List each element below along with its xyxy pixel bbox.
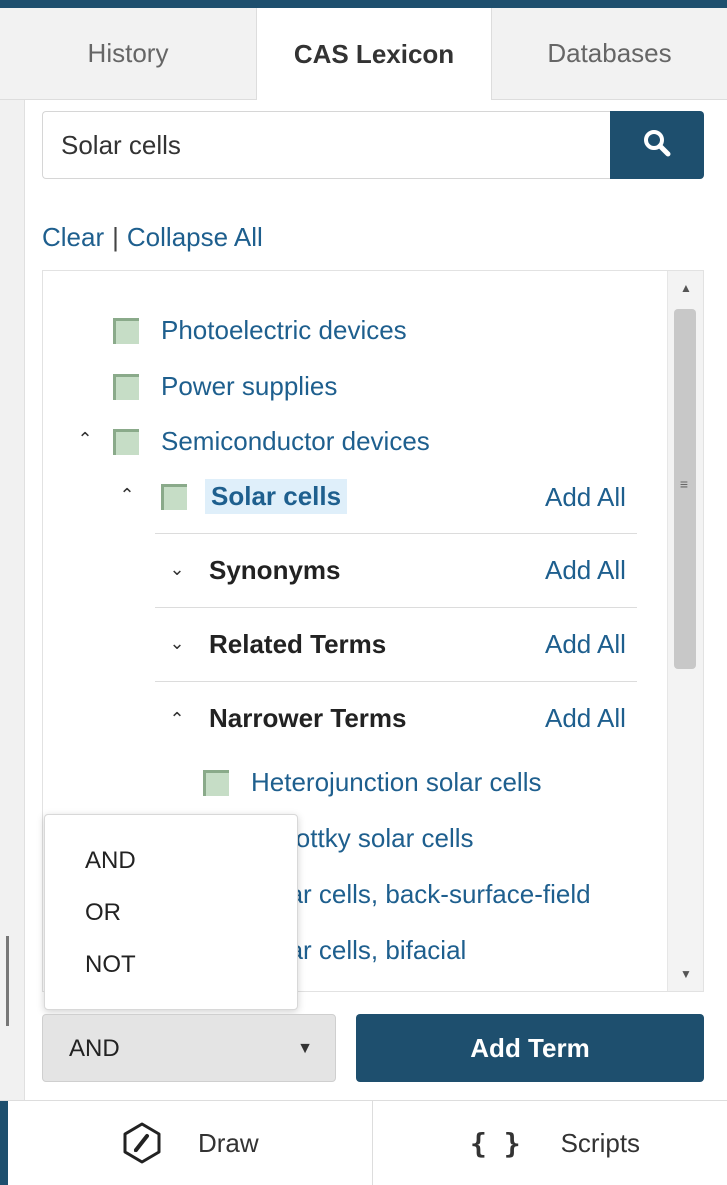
toolbar-separator [372,1101,373,1185]
chevron-up-icon[interactable]: ⌃ [167,709,187,730]
braces-icon: { } [470,1126,521,1160]
option-or[interactable]: OR [85,899,121,927]
actions-separator: | [112,222,119,252]
checkbox[interactable] [113,428,139,455]
tree-scrollbar[interactable]: ▲ ≡ ▼ [667,271,703,991]
section-narrower-terms[interactable]: Narrower Terms [209,703,407,734]
top-accent-bar [0,0,727,8]
left-panel-marker [6,936,9,1026]
scroll-down-arrow-icon[interactable]: ▼ [668,967,703,981]
checkbox[interactable] [113,317,139,344]
divider [155,533,637,534]
operator-selected-value: AND [69,1035,120,1062]
draw-label: Draw [198,1127,259,1158]
option-and[interactable]: AND [85,847,136,875]
divider [155,607,637,608]
option-not[interactable]: NOT [85,951,136,979]
term-label[interactable]: Heterojunction solar cells [251,767,541,798]
tree-item-heterojunction-solar-cells: Heterojunction solar cells [203,767,541,798]
selected-term-label[interactable]: Solar cells [205,479,348,514]
chevron-down-icon[interactable]: ⌄ [167,559,187,580]
tab-bar: History CAS Lexicon Databases [0,8,727,100]
term-label[interactable]: Photoelectric devices [161,315,407,346]
divider [155,681,637,682]
scroll-up-arrow-icon[interactable]: ▲ [668,281,703,295]
tree-actions: Clear | Collapse All [42,222,263,253]
add-all-related-terms-button[interactable]: Add All [545,629,626,660]
add-all-narrower-terms-button[interactable]: Add All [545,703,626,734]
term-label[interactable]: Solar cells, back-surface-field [251,879,591,910]
pencil-icon [120,1121,164,1165]
chevron-up-icon[interactable]: ⌃ [75,429,95,450]
checkbox[interactable] [161,483,187,510]
checkbox[interactable] [203,769,229,796]
operator-dropdown-menu: AND OR NOT [44,814,298,1010]
section-synonyms[interactable]: Synonyms [209,555,341,586]
checkbox[interactable] [113,373,139,400]
tree-item-photoelectric-devices: Photoelectric devices [113,315,407,346]
bottom-toolbar: Draw { } Scripts [0,1100,727,1185]
tab-databases[interactable]: Databases [492,8,727,100]
draw-button[interactable]: Draw [120,1101,259,1185]
tree-item-power-supplies: Power supplies [113,371,337,402]
tab-cas-lexicon[interactable]: CAS Lexicon [256,8,492,100]
operator-select[interactable]: AND ▼ [42,1014,336,1082]
add-all-synonyms-button[interactable]: Add All [545,555,626,586]
scripts-button[interactable]: { } Scripts [470,1101,640,1185]
clear-link[interactable]: Clear [42,222,104,252]
search-input[interactable] [42,111,610,179]
section-related-terms[interactable]: Related Terms [209,629,386,660]
bottom-accent [0,1101,8,1185]
search-bar [42,111,704,179]
search-button[interactable] [610,111,704,179]
chevron-down-icon[interactable]: ⌄ [167,633,187,654]
add-term-button[interactable]: Add Term [356,1014,704,1082]
search-icon [642,128,672,163]
scripts-label: Scripts [560,1127,641,1158]
chevron-up-icon[interactable]: ⌃ [117,485,137,506]
scroll-grip-icon: ≡ [679,476,689,492]
add-all-solar-cells-button[interactable]: Add All [545,482,626,513]
tree-item-solar-cells: Solar cells [161,479,348,514]
tab-history[interactable]: History [0,8,256,100]
caret-down-icon: ▼ [297,1040,313,1057]
term-label[interactable]: Power supplies [161,371,337,402]
tree-item-semiconductor-devices: Semiconductor devices [113,426,430,457]
left-panel-edge [0,100,25,1100]
term-label[interactable]: Semiconductor devices [161,426,430,457]
collapse-all-link[interactable]: Collapse All [127,222,263,252]
